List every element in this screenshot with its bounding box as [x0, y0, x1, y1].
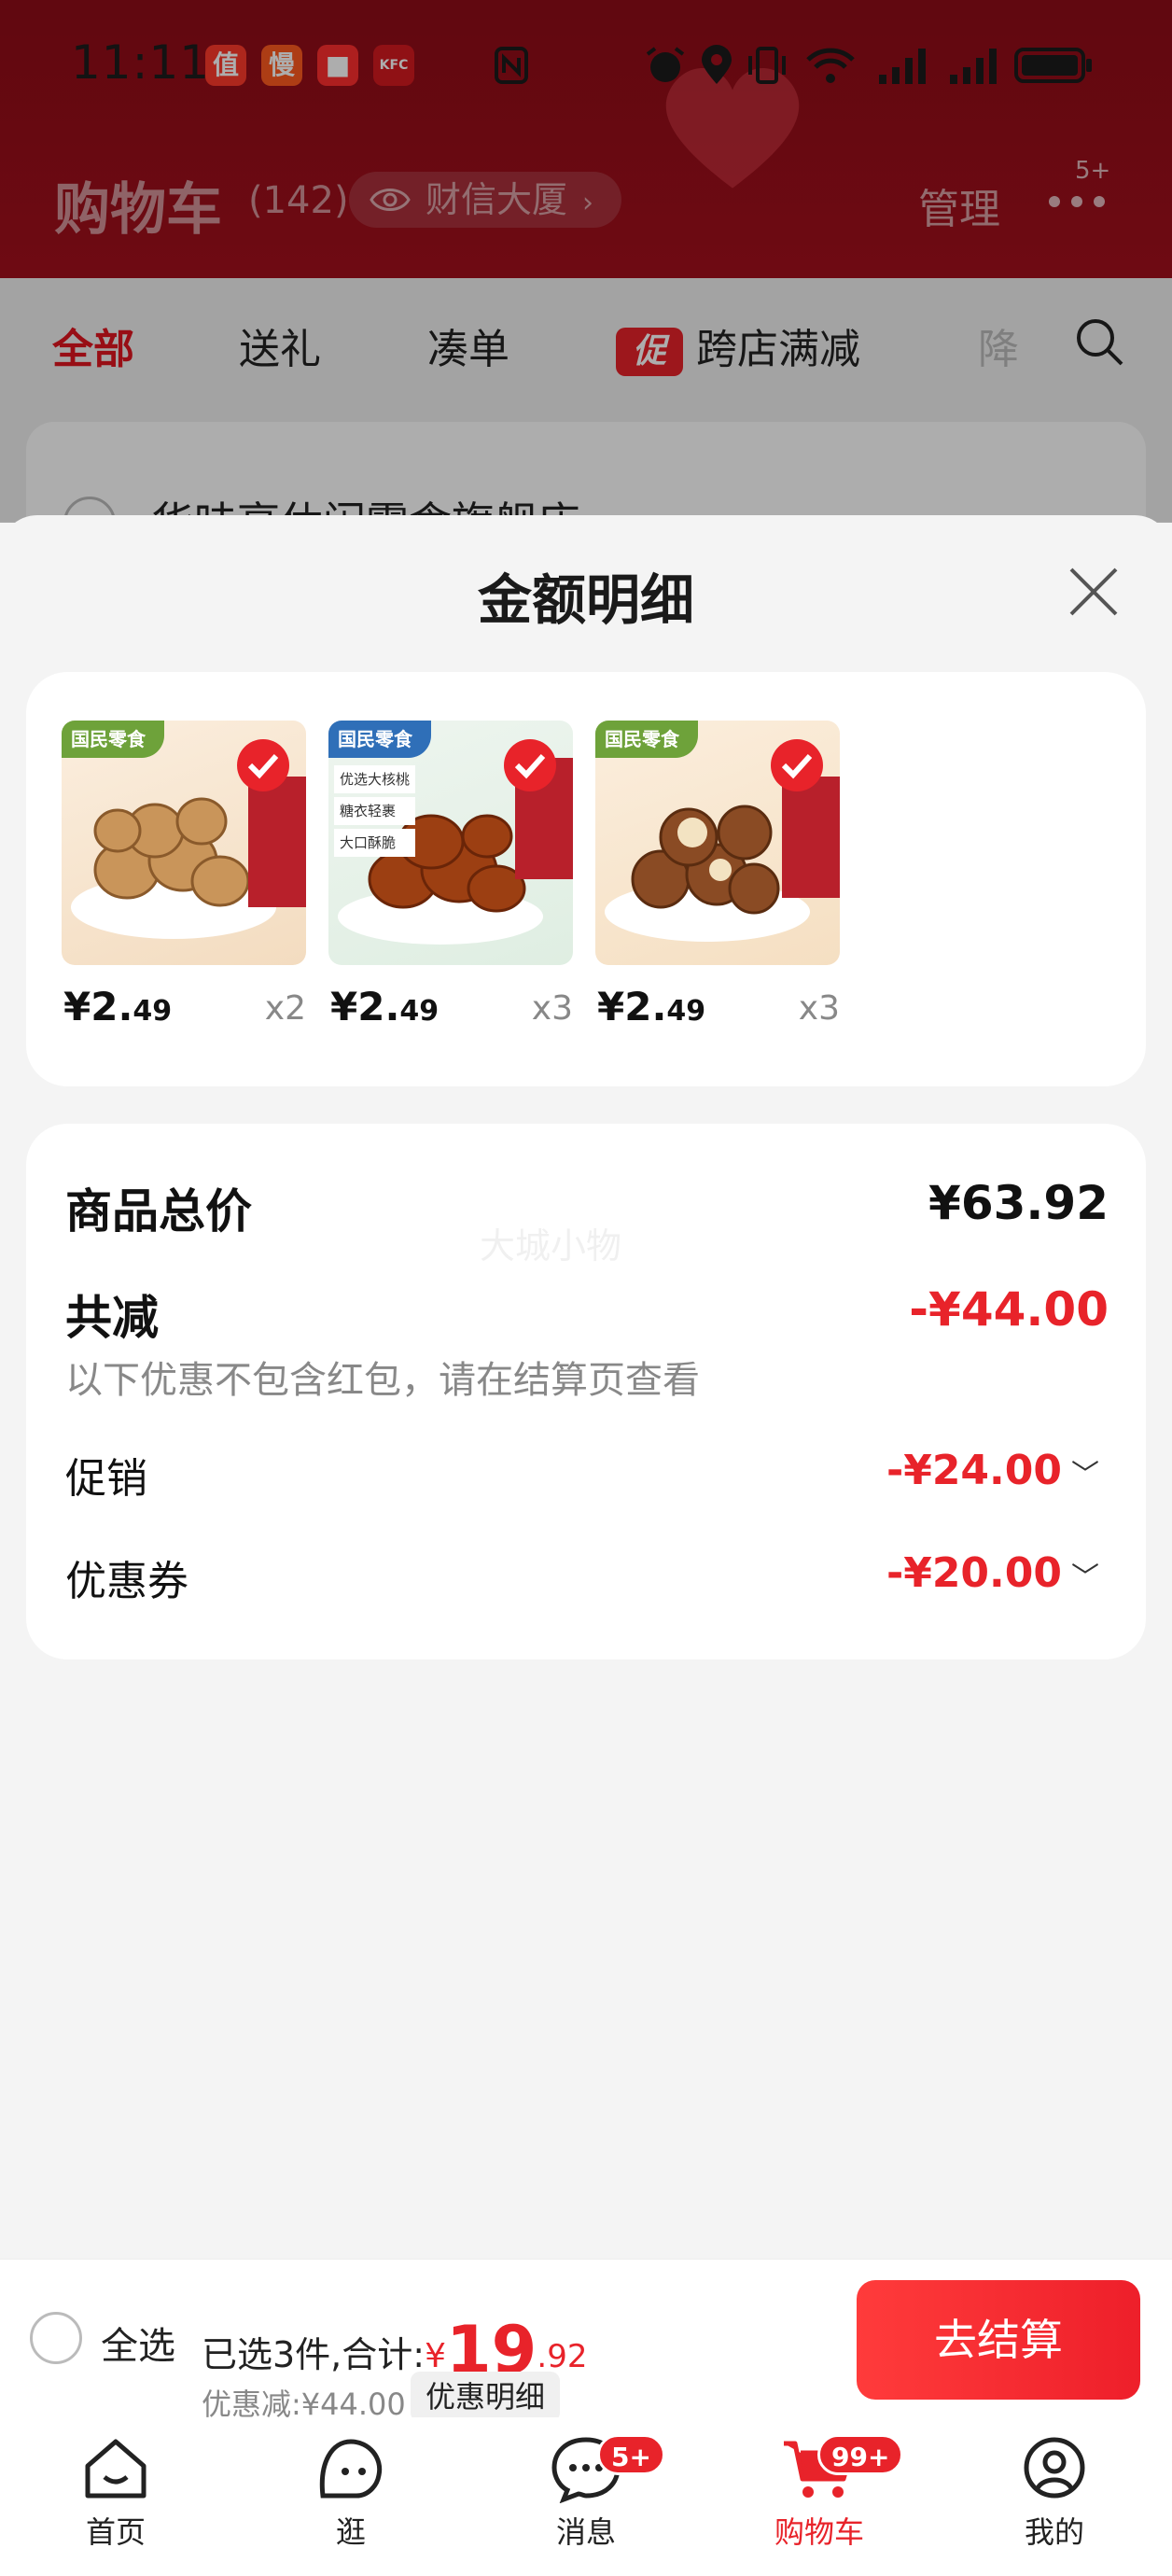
- nav-browse[interactable]: 逛: [276, 2434, 426, 2574]
- price-summary-card: 大城小物 商品总价 ¥63.92 共减 -¥44.00 以下优惠不包含红包，请在…: [26, 1124, 1146, 1659]
- cart-badge: 99+: [817, 2434, 904, 2475]
- product-image: 国民零食 优选大核桃 糖衣轻裹 大口酥脆: [328, 721, 573, 965]
- coupon-value-toggle[interactable]: -¥20.00 ﹀: [886, 1549, 1099, 1597]
- discount-detail-button[interactable]: 优惠明细: [411, 2372, 561, 2422]
- brand-label: 国民零食: [328, 721, 431, 758]
- product-price: ¥2.49: [597, 984, 706, 1029]
- amount-detail-sheet: 金额明细 国民零食 ¥2.49 x2 国民零食 优选大核桃 糖衣轻裹 大口酥脆 …: [0, 515, 1172, 2261]
- nav-messages[interactable]: 消息 5+: [511, 2434, 665, 2574]
- discount-note: 以下优惠不包含红包，请在结算页查看: [65, 1359, 700, 1402]
- product-feature-labels: 优选大核桃 糖衣轻裹 大口酥脆: [334, 765, 416, 857]
- product-price: ¥2.49: [330, 984, 440, 1029]
- home-icon: [85, 2439, 146, 2499]
- nav-mine-label: 我的: [1024, 2514, 1084, 2550]
- product-checkbox[interactable]: [237, 739, 289, 791]
- product-image: 国民零食: [595, 721, 840, 965]
- nav-cart[interactable]: 购物车 99+: [745, 2434, 904, 2574]
- product-item[interactable]: 国民零食 优选大核桃 糖衣轻裹 大口酥脆 ¥2.49 x3: [328, 721, 573, 1029]
- product-quantity: x3: [798, 989, 840, 1028]
- checkout-button[interactable]: 去结算: [857, 2280, 1140, 2400]
- check-icon: [781, 753, 813, 779]
- total-value: ¥63.92: [928, 1176, 1109, 1230]
- discount-label: 共减: [65, 1291, 159, 1345]
- product-quantity: x3: [531, 989, 573, 1028]
- close-icon[interactable]: [1064, 562, 1123, 622]
- brand-label: 国民零食: [595, 721, 698, 758]
- product-image: 国民零食: [62, 721, 306, 965]
- profile-icon: [1024, 2437, 1085, 2499]
- sheet-title: 金额明细: [477, 568, 694, 632]
- brand-label: 国民零食: [62, 721, 164, 758]
- product-price: ¥2.49: [63, 984, 173, 1029]
- product-checkbox[interactable]: [771, 739, 823, 791]
- select-all-checkbox[interactable]: [30, 2312, 82, 2364]
- nav-home-label: 首页: [85, 2514, 146, 2550]
- checkout-bar: 全选 已选3件,合计:¥19.92 优惠减:¥44.00 优惠明细 去结算: [0, 2259, 1172, 2422]
- product-quantity: x2: [264, 989, 306, 1028]
- coupon-label: 优惠券: [65, 1558, 188, 1605]
- select-all-label[interactable]: 全选: [101, 2316, 175, 2370]
- promo-value: -¥24.00: [886, 1447, 1062, 1494]
- chevron-down-icon: ﹀: [1071, 1459, 1099, 1491]
- messages-badge: 5+: [597, 2434, 665, 2475]
- promo-label: 促销: [65, 1455, 147, 1503]
- discount-value: -¥44.00: [909, 1282, 1109, 1337]
- total-label: 商品总价: [65, 1184, 252, 1239]
- chevron-down-icon: ﹀: [1071, 1561, 1099, 1594]
- nav-browse-label: 逛: [335, 2514, 366, 2550]
- coupon-value: -¥20.00: [886, 1549, 1062, 1597]
- nav-home[interactable]: 首页: [41, 2434, 190, 2574]
- selected-products-card: 国民零食 ¥2.49 x2 国民零食 优选大核桃 糖衣轻裹 大口酥脆 ¥2.49…: [26, 672, 1146, 1086]
- browse-icon: [319, 2439, 383, 2499]
- nav-messages-label: 消息: [555, 2514, 616, 2550]
- bottom-nav: 首页 逛 消息 5+ 购物车 99+ 我的: [0, 2417, 1172, 2576]
- check-icon: [247, 753, 279, 779]
- check-icon: [514, 753, 546, 779]
- promo-value-toggle[interactable]: -¥24.00 ﹀: [886, 1447, 1099, 1494]
- product-item[interactable]: 国民零食 ¥2.49 x2: [62, 721, 306, 1029]
- watermark: 大城小物: [480, 1225, 622, 1267]
- nav-cart-label: 购物车: [774, 2514, 864, 2550]
- product-item[interactable]: 国民零食 ¥2.49 x3: [595, 721, 840, 1029]
- nav-mine[interactable]: 我的: [980, 2434, 1129, 2574]
- modal-overlay[interactable]: [0, 0, 1172, 523]
- product-checkbox[interactable]: [504, 739, 556, 791]
